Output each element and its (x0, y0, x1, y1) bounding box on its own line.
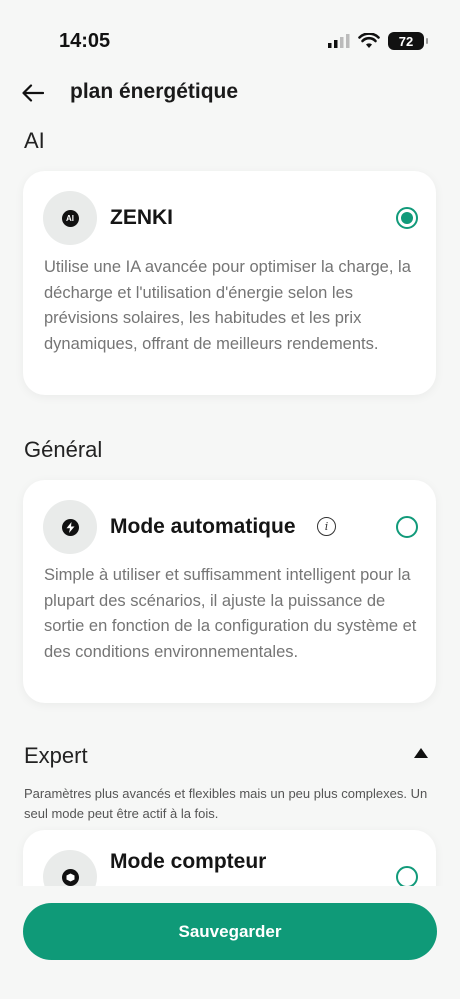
collapse-arrow-icon[interactable] (414, 748, 428, 758)
section-title-ai: AI (24, 128, 45, 153)
section-title-expert: Expert (24, 743, 88, 768)
meter-icon-ring (43, 850, 97, 886)
page-title: plan énergétique (70, 80, 239, 103)
meter-box-icon (61, 868, 79, 886)
status-icons: 72 (328, 32, 428, 50)
plan-card-zenki[interactable]: AI ZENKI Utilise une IA avancée pour opt… (23, 171, 436, 395)
battery-icon: 72 (388, 32, 428, 50)
status-time: 14:05 (59, 30, 111, 52)
plan-card-meter[interactable]: Mode compteur (23, 830, 436, 886)
plan-card-title: ZENKI (110, 206, 173, 229)
app-header: plan énergétique (0, 72, 460, 112)
ai-chip-icon: AI (61, 209, 79, 227)
plan-card-description: Utilise une IA avancée pour optimiser la… (44, 258, 411, 353)
plan-card-title: Mode compteur (110, 850, 267, 873)
meter-radio[interactable] (396, 866, 418, 886)
lightning-icon (61, 518, 79, 536)
status-bar: 14:05 72 (0, 0, 460, 60)
zenki-radio[interactable] (396, 207, 418, 229)
battery-level: 72 (398, 33, 414, 49)
plan-card-title: Mode automatique (110, 515, 296, 538)
zenki-icon-ring: AI (43, 191, 97, 245)
ai-chip-label: AI (66, 213, 74, 223)
expert-description: Paramètres plus avancés et flexibles mai… (24, 786, 428, 821)
wifi-icon (358, 33, 380, 48)
cellular-signal-icon (328, 34, 350, 48)
plan-card-auto[interactable]: Mode automatique Simple à utiliser et su… (23, 480, 436, 703)
save-button[interactable]: Sauvegarder (23, 903, 437, 960)
info-icon[interactable]: i (317, 517, 336, 536)
plan-card-description: Simple à utiliser et suffisamment intell… (44, 566, 417, 661)
arrow-left-icon (22, 84, 44, 102)
back-button[interactable] (18, 78, 48, 108)
scroll-clip: Mode compteur (0, 826, 460, 886)
section-title-general: Général (24, 437, 103, 462)
auto-icon-ring (43, 500, 97, 554)
auto-radio[interactable] (396, 516, 418, 538)
